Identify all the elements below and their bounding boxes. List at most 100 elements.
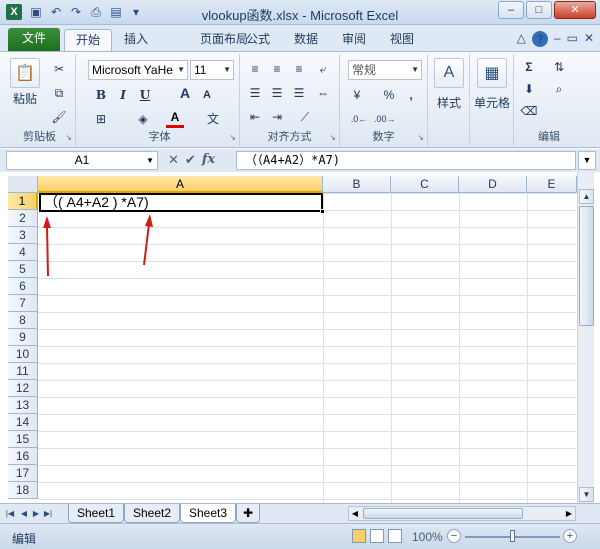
vertical-scrollbar[interactable]: ▲ ▼	[577, 172, 594, 503]
print-preview-icon[interactable]: ▤	[108, 4, 124, 20]
tab-insert[interactable]: 插入	[116, 29, 156, 51]
excel-app-icon[interactable]: X	[6, 4, 22, 20]
decrease-decimal-icon[interactable]: .00→	[374, 110, 396, 128]
align-bottom-icon[interactable]: ≡	[290, 60, 308, 78]
doc-restore-icon[interactable]: ▭	[567, 31, 578, 47]
row-header[interactable]: 11	[8, 363, 38, 380]
borders-icon[interactable]: ⊞	[92, 110, 110, 128]
first-sheet-icon[interactable]: |◀	[4, 507, 16, 521]
normal-view-icon[interactable]	[352, 529, 366, 543]
row-header[interactable]: 10	[8, 346, 38, 363]
prev-sheet-icon[interactable]: ◀	[18, 507, 30, 521]
row-header[interactable]: 3	[8, 227, 38, 244]
copy-icon[interactable]: ⧉	[50, 84, 68, 102]
tab-review[interactable]: 审阅	[338, 29, 370, 51]
font-size-combo[interactable]: 11 ▼	[190, 60, 234, 80]
worksheet-grid[interactable]: A B C D E 1 2 3 4 5 6 7 8 9 10 11 12 13 …	[0, 172, 600, 503]
tab-home[interactable]: 开始	[64, 29, 112, 51]
collapse-ribbon-icon[interactable]: △	[517, 31, 526, 47]
enter-icon[interactable]: ✔	[185, 152, 196, 168]
tab-data[interactable]: 数据	[290, 29, 322, 51]
align-right-icon[interactable]: ☰	[290, 84, 308, 102]
zoom-slider-thumb[interactable]	[510, 530, 515, 542]
increase-decimal-icon[interactable]: .0←	[350, 110, 368, 128]
format-painter-icon[interactable]: 🖌	[50, 108, 68, 126]
row-header[interactable]: 5	[8, 261, 38, 278]
page-break-view-icon[interactable]	[388, 529, 402, 543]
sheet-tab-sheet1[interactable]: Sheet1	[68, 504, 124, 523]
minimize-button[interactable]: –	[498, 1, 524, 19]
cell-a1[interactable]: （( A4+A2 ) *A7)	[39, 193, 323, 212]
row-header[interactable]: 14	[8, 414, 38, 431]
close-button[interactable]: ✕	[554, 1, 596, 19]
percent-button[interactable]: %	[380, 86, 398, 104]
phonetic-icon[interactable]: 文	[204, 110, 222, 128]
tab-file[interactable]: 文件	[8, 28, 60, 51]
column-header-c[interactable]: C	[391, 176, 459, 193]
increase-indent-icon[interactable]: ⇥	[268, 108, 286, 126]
cut-icon[interactable]: ✂	[50, 60, 68, 78]
tab-formulas[interactable]: 公式	[242, 29, 274, 51]
help-icon[interactable]: ?	[531, 31, 548, 47]
sort-filter-icon[interactable]: ⇅	[550, 58, 568, 76]
next-sheet-icon[interactable]: ▶	[30, 507, 42, 521]
comma-button[interactable]: ,	[402, 86, 420, 104]
underline-button[interactable]: U	[136, 86, 154, 104]
align-top-icon[interactable]: ≡	[246, 60, 264, 78]
font-launcher-icon[interactable]: ↘	[229, 133, 236, 142]
expand-formula-bar-icon[interactable]: ▼	[578, 151, 596, 170]
doc-close-icon[interactable]: ✕	[584, 31, 594, 47]
bold-button[interactable]: B	[92, 86, 110, 104]
row-header[interactable]: 9	[8, 329, 38, 346]
zoom-out-icon[interactable]: −	[447, 529, 461, 543]
row-header[interactable]: 8	[8, 312, 38, 329]
row-header[interactable]: 1	[8, 193, 38, 210]
alignment-launcher-icon[interactable]: ↘	[329, 133, 336, 142]
align-middle-icon[interactable]: ≡	[268, 60, 286, 78]
row-header[interactable]: 2	[8, 210, 38, 227]
cancel-icon[interactable]: ✕	[168, 152, 179, 168]
undo-icon[interactable]: ↶	[48, 4, 64, 20]
row-header[interactable]: 15	[8, 431, 38, 448]
doc-minimize-icon[interactable]: –	[554, 31, 561, 47]
column-header-d[interactable]: D	[459, 176, 527, 193]
sheet-tab-sheet3[interactable]: Sheet3	[180, 504, 236, 523]
fill-icon[interactable]: ⬇	[520, 80, 538, 98]
horizontal-scrollbar[interactable]: ◀ ▶	[348, 506, 576, 521]
row-header[interactable]: 4	[8, 244, 38, 261]
styles-button[interactable]: A 样式	[434, 58, 464, 111]
scroll-down-icon[interactable]: ▼	[579, 487, 594, 502]
row-header[interactable]: 12	[8, 380, 38, 397]
insert-sheet-icon[interactable]: ✚	[236, 504, 260, 523]
scroll-left-icon[interactable]: ◀	[349, 507, 361, 520]
clipboard-launcher-icon[interactable]: ↘	[65, 133, 72, 142]
row-header[interactable]: 17	[8, 465, 38, 482]
print-icon[interactable]: ⎙	[88, 4, 104, 20]
italic-button[interactable]: I	[114, 86, 132, 104]
align-center-icon[interactable]: ☰	[268, 84, 286, 102]
row-header[interactable]: 16	[8, 448, 38, 465]
shrink-font-button[interactable]: A	[198, 86, 216, 104]
align-left-icon[interactable]: ☰	[246, 84, 264, 102]
page-layout-view-icon[interactable]	[370, 529, 384, 543]
row-header[interactable]: 6	[8, 278, 38, 295]
decrease-indent-icon[interactable]: ⇤	[246, 108, 264, 126]
formula-input[interactable]: （（A4+A2）*A7)	[236, 151, 576, 170]
name-box[interactable]: A1 ▼	[6, 151, 158, 170]
font-color-button[interactable]: A	[166, 108, 184, 128]
maximize-button[interactable]: □	[526, 1, 552, 19]
horizontal-scroll-thumb[interactable]	[363, 508, 523, 519]
wrap-text-icon[interactable]: ⤶	[314, 60, 332, 78]
sheet-tab-sheet2[interactable]: Sheet2	[124, 504, 180, 523]
currency-icon[interactable]: ¥	[348, 86, 366, 104]
column-header-b[interactable]: B	[323, 176, 391, 193]
find-select-icon[interactable]: ⌕	[550, 80, 568, 98]
row-header[interactable]: 7	[8, 295, 38, 312]
tab-view[interactable]: 视图	[386, 29, 418, 51]
merge-center-icon[interactable]: ⇔	[314, 84, 332, 102]
save-icon[interactable]: ▣	[28, 4, 44, 20]
column-header-e[interactable]: E	[527, 176, 577, 193]
select-all-corner[interactable]	[8, 176, 38, 193]
number-launcher-icon[interactable]: ↘	[417, 133, 424, 142]
orientation-icon[interactable]: ⟋	[296, 108, 314, 126]
